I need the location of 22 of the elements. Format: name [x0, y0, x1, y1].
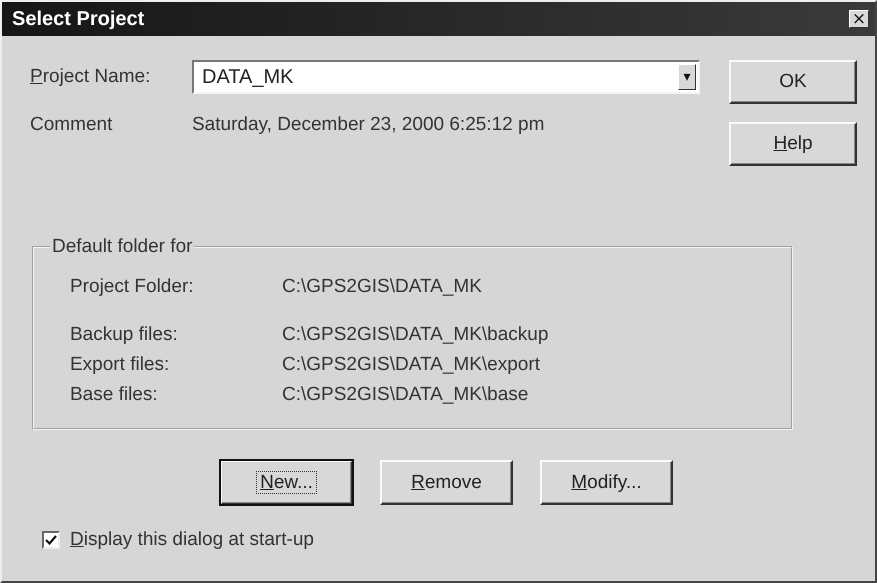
comment-label: Comment	[30, 114, 114, 136]
folder-label: Project Folder:	[70, 276, 195, 298]
folder-label: Backup files:	[70, 324, 179, 346]
dialog-button[interactable]: OK	[729, 60, 857, 104]
folder-path: C:\GPS2GIS\DATA_MK\backup	[282, 324, 550, 346]
dialog-button[interactable]: New...	[220, 460, 353, 505]
folder-path: C:\GPS2GIS\DATA_MK\base	[282, 384, 530, 406]
project-name-label: Project Name:	[30, 66, 152, 88]
group-title: Default folder for	[51, 236, 194, 258]
folder-label: Export files:	[70, 354, 170, 376]
folder-path: C:\GPS2GIS\DATA_MK\export	[282, 354, 541, 376]
startup-checkbox-label[interactable]: Display this dialog at start-up	[70, 529, 314, 551]
window-title: Select Project	[12, 8, 144, 30]
dialog-button[interactable]: Help	[729, 122, 857, 166]
folder-path: C:\GPS2GIS\DATA_MK	[282, 276, 483, 298]
comment-value: Saturday, December 23, 2000 6:25:12 pm	[192, 114, 544, 136]
startup-checkbox[interactable]	[42, 531, 60, 549]
close-button[interactable]: ×	[849, 10, 869, 28]
folder-label: Base files:	[70, 384, 159, 406]
project-name-dropdown[interactable]: DATA_MK ▾	[192, 60, 700, 94]
dialog-button[interactable]: Remove	[380, 460, 513, 505]
dialog-button[interactable]: Modify...	[540, 460, 673, 505]
